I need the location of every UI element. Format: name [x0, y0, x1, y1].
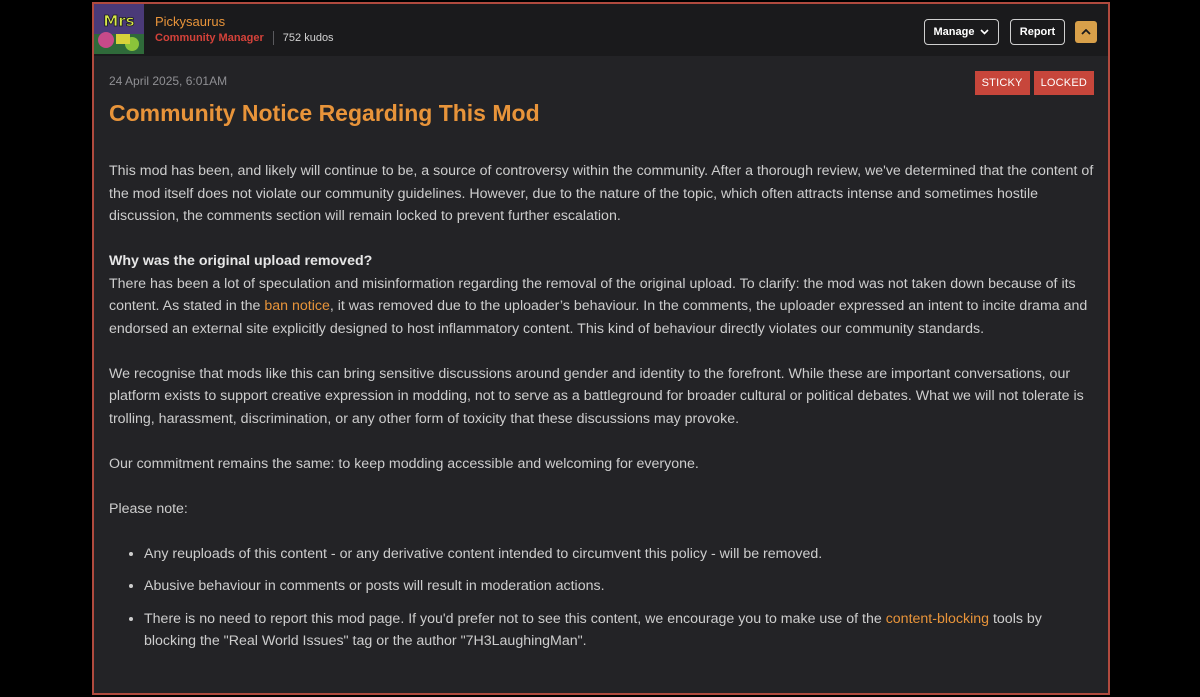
manage-button[interactable]: Manage [924, 19, 999, 45]
list-item: Any reuploads of this content - or any d… [144, 543, 1094, 566]
post-body: This mod has been, and likely will conti… [109, 160, 1094, 663]
collapse-button[interactable] [1075, 21, 1097, 43]
sticky-badge: STICKY [974, 71, 1030, 95]
meta-divider [272, 31, 274, 45]
list-item: There is no need to report this mod page… [144, 608, 1094, 653]
section-heading: Why was the original upload removed? [109, 253, 373, 269]
manage-button-label: Manage [933, 26, 975, 38]
role-label: Community Manager [155, 32, 264, 44]
username-link[interactable]: Pickysaurus [155, 14, 225, 29]
post-panel: Mrs Pickysaurus Community Manager 752 ku… [92, 2, 1110, 695]
ban-notice-link[interactable]: ban notice [264, 298, 329, 314]
paragraph-intro: This mod has been, and likely will conti… [109, 163, 1094, 224]
post-title: Community Notice Regarding This Mod [109, 100, 540, 126]
paragraph-please-note: Please note: [109, 500, 188, 517]
avatar-text: Mrs [103, 12, 134, 30]
post-header: Mrs Pickysaurus Community Manager 752 ku… [94, 4, 1108, 56]
paragraph-removal: Why was the original upload removed? The… [109, 250, 1094, 340]
post-content: 24 April 2025, 6:01AM STICKY LOCKED Comm… [109, 56, 1094, 693]
author-meta: Community Manager 752 kudos [155, 31, 334, 45]
chevron-up-icon [1081, 29, 1091, 35]
paragraph-recognise: We recognise that mods like this can bri… [109, 365, 1084, 427]
list-item: Abusive behaviour in comments or posts w… [144, 575, 1094, 598]
notes-list: Any reuploads of this content - or any d… [109, 543, 1094, 653]
locked-badge: LOCKED [1033, 71, 1094, 95]
avatar-image: Mrs [94, 4, 144, 54]
content-blocking-link[interactable]: content-blocking [886, 611, 989, 627]
report-button[interactable]: Report [1010, 19, 1065, 45]
list-item-text-start: There is no need to report this mod page… [144, 610, 886, 627]
avatar[interactable]: Mrs [94, 4, 144, 54]
status-badges: STICKY LOCKED [974, 71, 1094, 95]
chevron-down-icon [980, 29, 990, 35]
kudos-count: 752 kudos [282, 32, 334, 44]
paragraph-commitment: Our commitment remains the same: to keep… [109, 455, 699, 472]
post-date: 24 April 2025, 6:01AM [109, 74, 228, 88]
